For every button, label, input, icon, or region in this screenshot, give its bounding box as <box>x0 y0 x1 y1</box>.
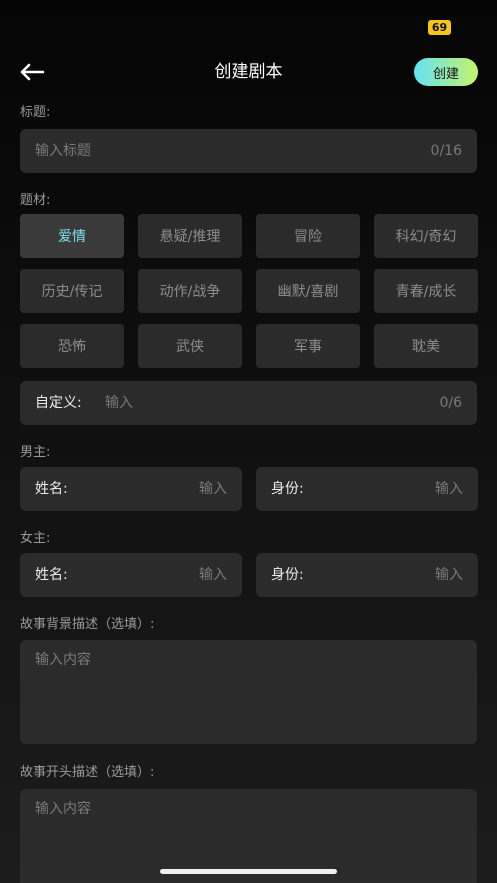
genre-tag-danmei[interactable]: 耽美 <box>374 324 478 368</box>
custom-genre-input[interactable] <box>105 381 405 425</box>
title-counter: 0/16 <box>430 143 462 159</box>
genre-grid: 爱情 悬疑/推理 冒险 科幻/奇幻 历史/传记 动作/战争 幽默/喜剧 青春/成… <box>20 214 478 368</box>
female-name-input[interactable] <box>107 553 227 597</box>
genre-tag-action-war[interactable]: 动作/战争 <box>138 269 242 313</box>
opening-label: 故事开头描述（选填）: <box>20 765 155 780</box>
female-identity-label: 身份: <box>271 567 304 583</box>
title-input[interactable] <box>35 129 395 173</box>
background-label: 故事背景描述（选填）: <box>20 617 155 632</box>
home-indicator <box>160 869 337 874</box>
female-name-label: 姓名: <box>35 567 68 583</box>
genre-section-label: 题材: <box>20 193 51 208</box>
genre-tag-youth[interactable]: 青春/成长 <box>374 269 478 313</box>
female-lead-label: 女主: <box>20 531 51 546</box>
create-button[interactable]: 创建 <box>414 58 478 86</box>
genre-tag-horror[interactable]: 恐怖 <box>20 324 124 368</box>
female-identity-field[interactable]: 身份: <box>256 553 478 597</box>
male-name-input[interactable] <box>107 467 227 511</box>
genre-tag-scifi-fantasy[interactable]: 科幻/奇幻 <box>374 214 478 258</box>
custom-genre-label: 自定义: <box>35 395 82 411</box>
genre-tag-history[interactable]: 历史/传记 <box>20 269 124 313</box>
title-section-label: 标题: <box>20 105 51 120</box>
arrow-left-icon <box>20 63 45 81</box>
genre-tag-military[interactable]: 军事 <box>256 324 360 368</box>
background-field[interactable] <box>20 640 477 744</box>
male-name-label: 姓名: <box>35 481 68 497</box>
male-identity-field[interactable]: 身份: <box>256 467 478 511</box>
male-identity-label: 身份: <box>271 481 304 497</box>
genre-tag-comedy[interactable]: 幽默/喜剧 <box>256 269 360 313</box>
background-textarea[interactable] <box>20 640 477 744</box>
custom-genre-counter: 0/6 <box>439 395 462 411</box>
back-button[interactable] <box>16 58 48 86</box>
male-name-field[interactable]: 姓名: <box>20 467 242 511</box>
female-name-field[interactable]: 姓名: <box>20 553 242 597</box>
genre-tag-romance[interactable]: 爱情 <box>20 214 124 258</box>
custom-genre-field[interactable]: 自定义: 0/6 <box>20 381 477 425</box>
female-identity-input[interactable] <box>343 553 463 597</box>
genre-tag-mystery[interactable]: 悬疑/推理 <box>138 214 242 258</box>
genre-tag-wuxia[interactable]: 武侠 <box>138 324 242 368</box>
male-identity-input[interactable] <box>343 467 463 511</box>
title-field[interactable]: 0/16 <box>20 129 477 173</box>
genre-tag-adventure[interactable]: 冒险 <box>256 214 360 258</box>
male-lead-label: 男主: <box>20 445 51 460</box>
battery-badge: 69 <box>428 20 451 35</box>
